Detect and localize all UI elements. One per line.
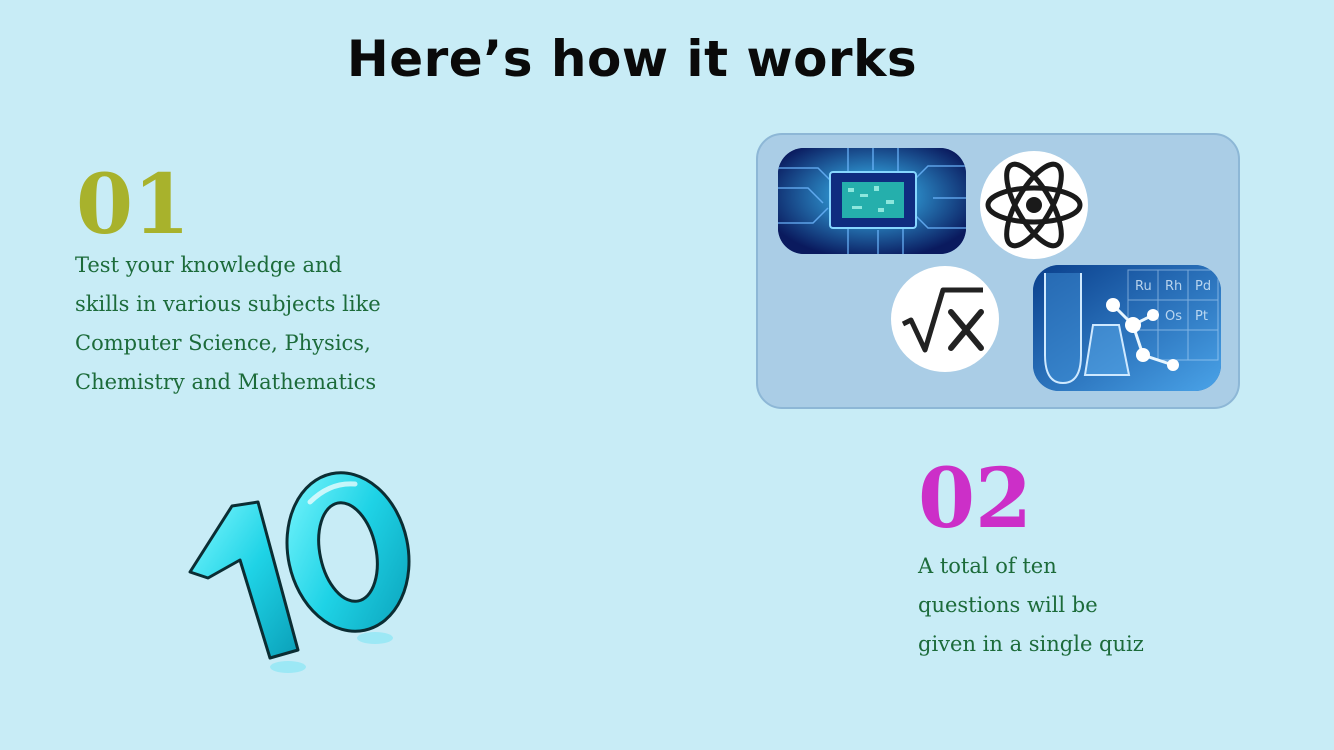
svg-text:Pd: Pd xyxy=(1195,279,1211,294)
svg-text:Rh: Rh xyxy=(1165,279,1182,294)
step-1-description: Test your knowledge and skills in variou… xyxy=(75,246,455,402)
step-1-line: skills in various subjects like xyxy=(75,292,381,316)
page-title: Here’s how it works xyxy=(346,30,918,88)
step-1-line: Test your knowledge and xyxy=(75,253,342,277)
svg-text:Pt: Pt xyxy=(1195,309,1208,324)
step-2-line: given in a single quiz xyxy=(918,632,1144,656)
step-1-number: 01 xyxy=(76,157,191,253)
subjects-image-panel: Ru Rh Pd Os Pt xyxy=(756,133,1240,409)
circuit-chip-icon xyxy=(778,148,966,254)
step-2-number: 02 xyxy=(918,451,1033,547)
step-2-line: questions will be xyxy=(918,593,1098,617)
number-ten-graphic xyxy=(180,462,430,687)
atom-icon xyxy=(980,151,1088,259)
step-1-line: Chemistry and Mathematics xyxy=(75,370,377,394)
lab-flask-icon: Ru Rh Pd Os Pt xyxy=(1033,265,1221,391)
step-1-line: Computer Science, Physics, xyxy=(75,331,371,355)
square-root-icon xyxy=(891,266,999,372)
step-2-line: A total of ten xyxy=(918,554,1057,578)
svg-text:Ru: Ru xyxy=(1135,279,1152,294)
step-2-description: A total of ten questions will be given i… xyxy=(918,547,1218,664)
svg-text:Os: Os xyxy=(1165,309,1182,324)
